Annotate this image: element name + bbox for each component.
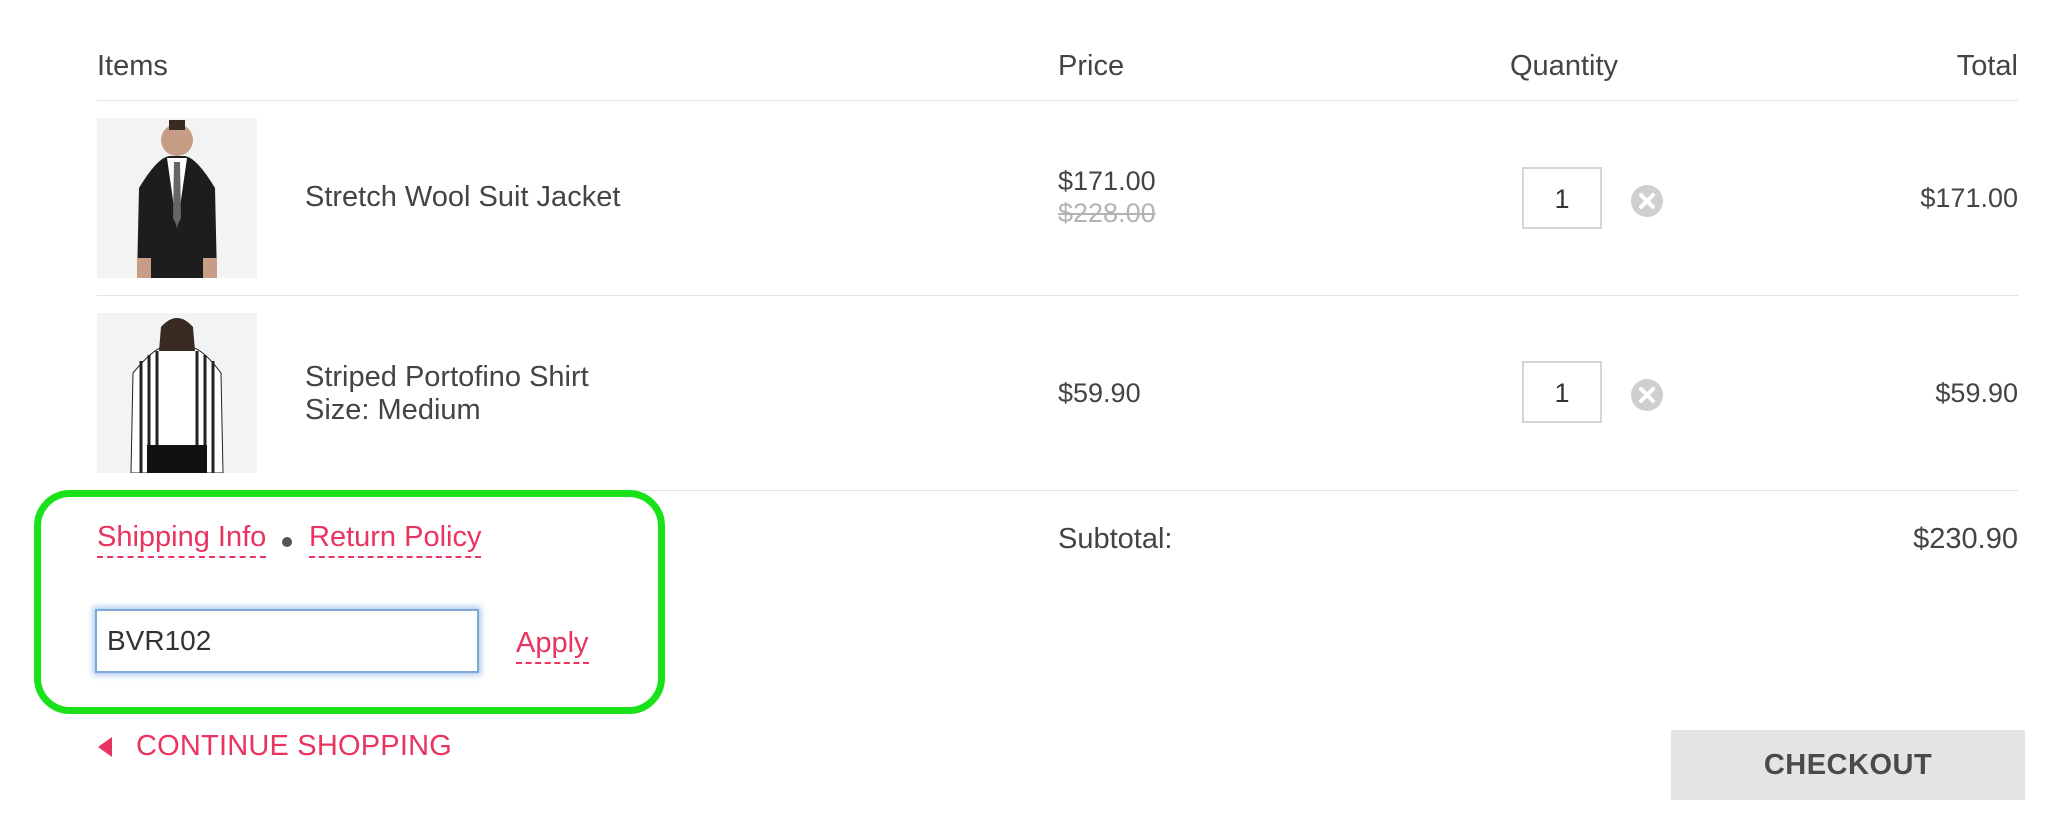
column-header-price: Price [1058,50,1125,82]
item-total: $171.00 [1920,183,2018,213]
row-divider [97,295,2018,296]
item-name[interactable]: Striped Portofino Shirt [305,360,589,394]
shipping-info-link[interactable]: Shipping Info [97,521,267,558]
remove-item-icon[interactable] [1631,379,1663,411]
product-image-striped-shirt[interactable] [97,313,257,473]
return-policy-link[interactable]: Return Policy [309,521,482,558]
item-price: $171.00 [1058,166,1156,196]
column-header-total: Total [1956,50,2018,82]
quantity-input[interactable] [1522,167,1602,229]
subtotal-label: Subtotal: [1058,523,1173,555]
continue-shopping-link[interactable]: CONTINUE SHOPPING [136,730,452,763]
column-header-items: Items [97,50,168,82]
subtotal-value: $230.90 [1913,523,2018,555]
item-name[interactable]: Stretch Wool Suit Jacket [305,180,620,214]
product-image-suit-jacket[interactable] [97,118,257,278]
link-separator [282,537,292,547]
item-total: $59.90 [1935,378,2018,408]
item-price: $59.90 [1058,378,1141,408]
item-original-price: $228.00 [1058,198,1156,228]
remove-item-icon[interactable] [1631,185,1663,217]
item-size: Size: Medium [305,394,481,426]
apply-promo-link[interactable]: Apply [516,627,589,664]
caret-left-icon[interactable] [98,737,112,757]
checkout-button[interactable]: CHECKOUT [1671,730,2025,800]
column-header-quantity: Quantity [1510,50,1618,82]
promo-code-input[interactable] [95,609,479,673]
quantity-input[interactable] [1522,361,1602,423]
header-divider [97,100,2018,101]
